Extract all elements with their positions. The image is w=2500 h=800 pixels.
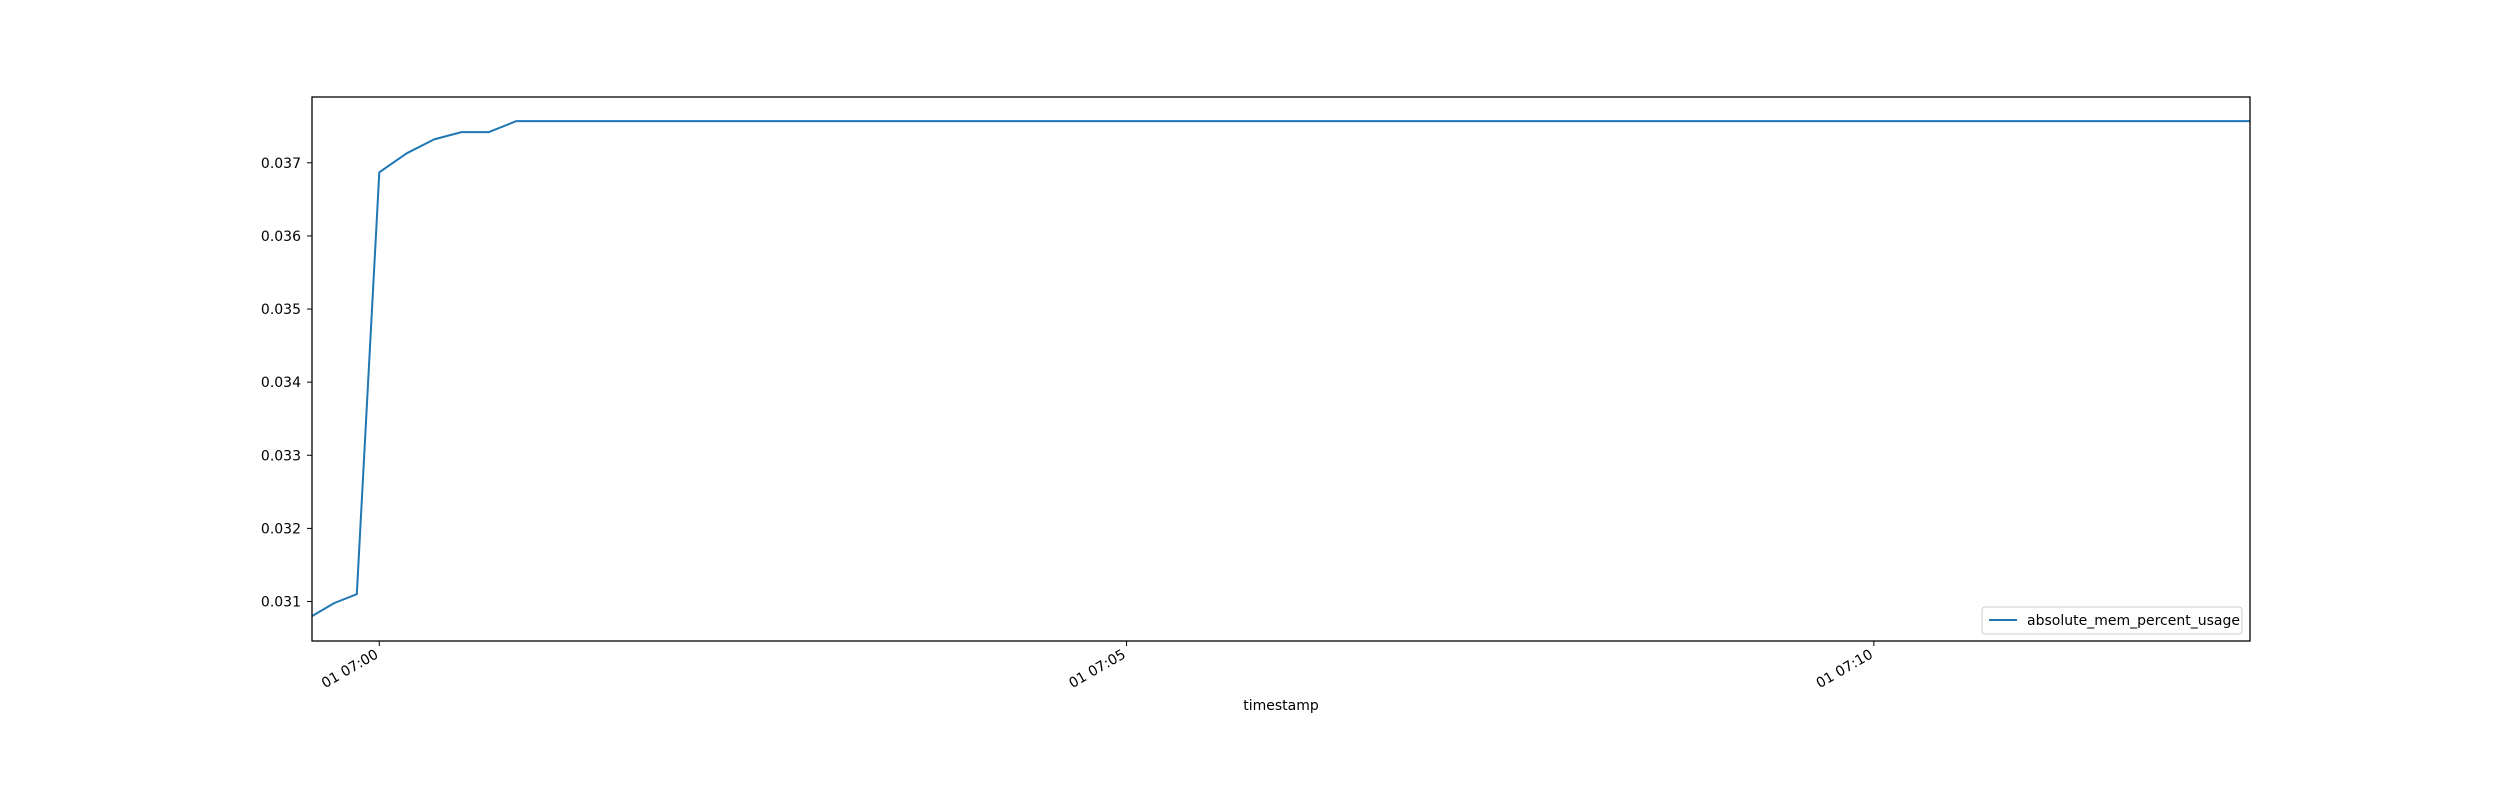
x-tick-label: 01 07:10 bbox=[1814, 647, 1876, 692]
x-axis-ticks: 01 07:00 01 07:05 01 07:10 bbox=[319, 641, 1876, 692]
legend-label: absolute_mem_percent_usage bbox=[2027, 613, 2240, 629]
x-axis-title: timestamp bbox=[1243, 698, 1319, 714]
x-tick-label: 01 07:00 bbox=[319, 647, 381, 692]
x-tick-label: 01 07:05 bbox=[1066, 647, 1128, 692]
y-tick-label: 0.036 bbox=[261, 229, 301, 245]
series-layer bbox=[311, 120, 2250, 617]
y-tick-label: 0.033 bbox=[261, 448, 301, 464]
chart: 01 07:00 01 07:05 01 07:10 0.031 0.032 0.033… bbox=[261, 96, 2251, 714]
y-tick-label: 0.031 bbox=[261, 595, 301, 611]
y-tick-label: 0.035 bbox=[261, 302, 301, 318]
plot-frame bbox=[311, 96, 2251, 642]
y-axis-ticks: 0.031 0.032 0.033 0.034 0.035 0.036 0.037 bbox=[261, 156, 312, 611]
y-tick-label: 0.032 bbox=[261, 521, 301, 537]
y-tick-label: 0.034 bbox=[261, 375, 301, 391]
series-line-0 bbox=[311, 120, 2250, 617]
legend: absolute_mem_percent_usage bbox=[1981, 606, 2243, 635]
y-tick-label: 0.037 bbox=[261, 156, 301, 172]
